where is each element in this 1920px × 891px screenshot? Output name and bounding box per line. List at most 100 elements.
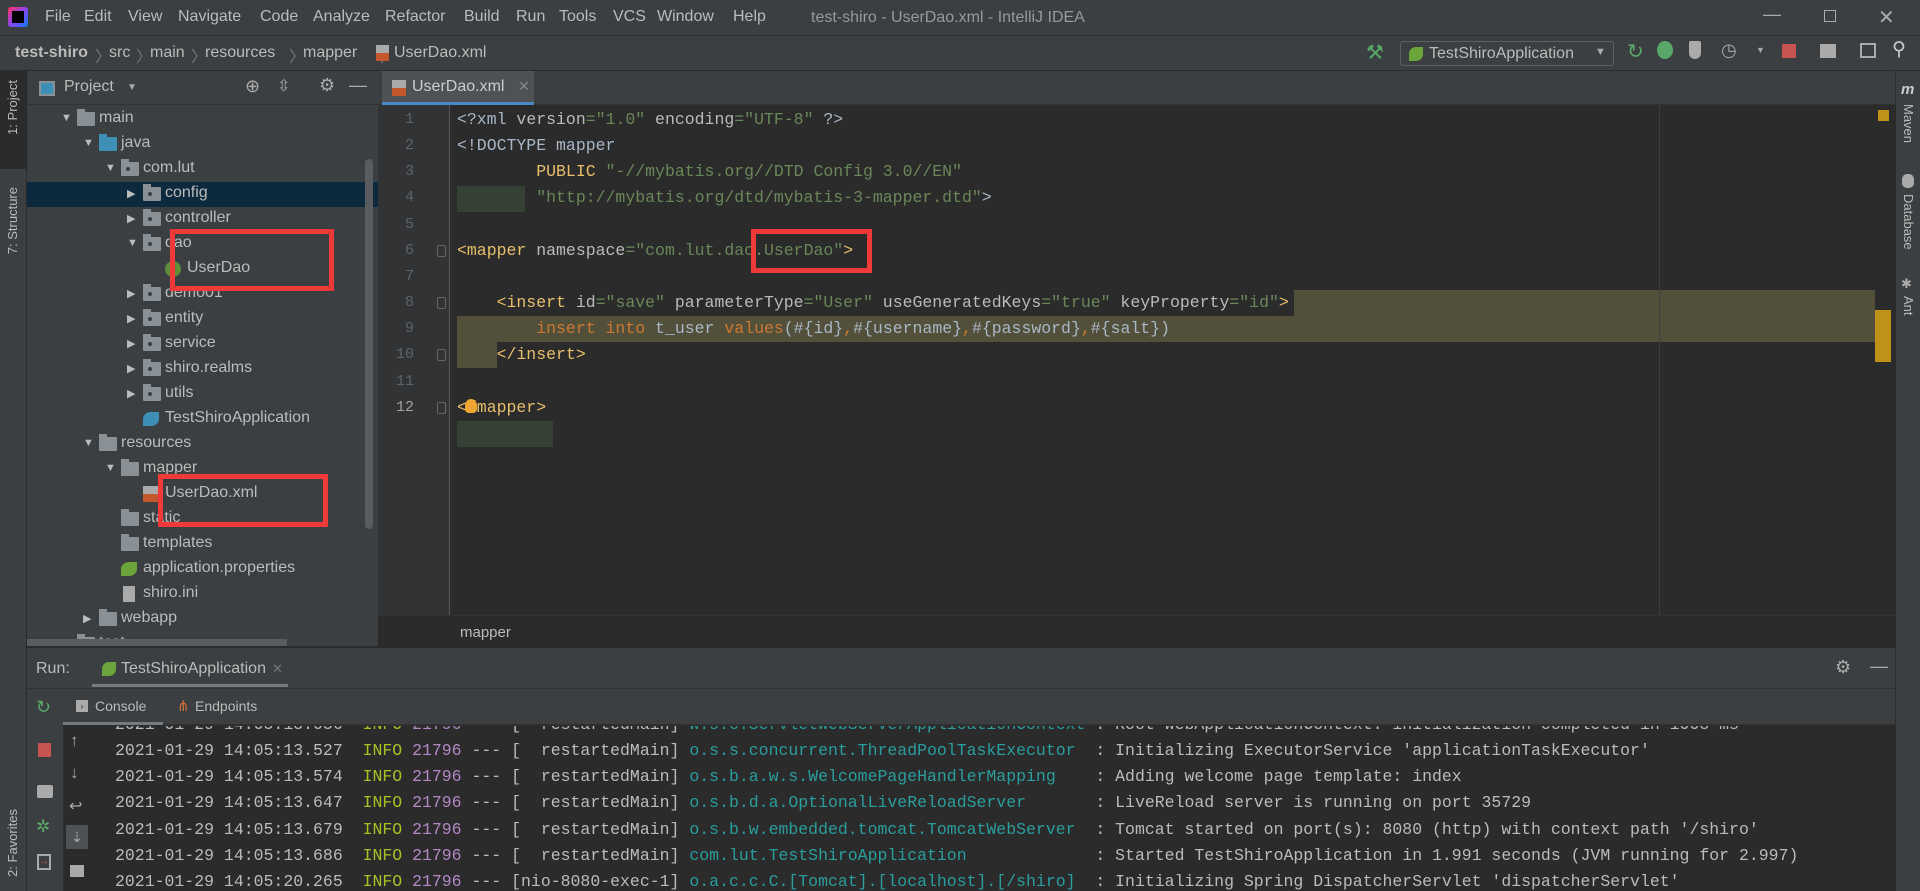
tree-item-shiro-realms[interactable]: ▶ shiro.realms <box>27 357 378 382</box>
scroll-to-end-icon[interactable]: ⇣ <box>66 825 88 849</box>
fold-marker-icon[interactable] <box>437 244 446 257</box>
chevron-down-icon[interactable]: ▼ <box>127 237 138 249</box>
minimize-button[interactable]: — <box>1763 4 1781 25</box>
menu-navigate[interactable]: Navigate <box>178 8 241 26</box>
code-line[interactable]: insert into t_user values(#{id},#{userna… <box>457 316 1170 342</box>
rerun-icon[interactable]: ↻ <box>1627 39 1644 64</box>
tree-item-testshiroapplication[interactable]: TestShiroApplication <box>27 407 378 432</box>
fold-marker-icon[interactable] <box>437 349 446 362</box>
maven-tool-label[interactable]: Maven <box>1901 104 1916 143</box>
stop-icon[interactable] <box>1782 44 1796 58</box>
tree-item-java[interactable]: ▼ java <box>27 132 378 157</box>
project-structure-icon[interactable] <box>1820 44 1836 58</box>
hide-panel-icon[interactable]: — <box>1870 656 1888 677</box>
breadcrumb-mapper[interactable]: mapper <box>303 44 357 62</box>
editor-breadcrumb-mapper[interactable]: mapper <box>460 624 511 641</box>
menu-build[interactable]: Build <box>464 8 500 26</box>
scroll-up-icon[interactable]: ↑ <box>70 731 79 751</box>
chevron-down-icon[interactable]: ▼ <box>61 112 72 124</box>
tab-userdao-xml[interactable]: UserDao.xml ✕ <box>382 71 534 105</box>
menu-view[interactable]: View <box>128 8 162 26</box>
close-window-button[interactable]: ✕ <box>1878 5 1895 30</box>
run-tab[interactable]: TestShiroApplication ✕ <box>92 654 288 687</box>
chevron-down-icon[interactable]: ▼ <box>105 162 116 174</box>
tab-endpoints[interactable]: Endpoints <box>195 698 257 714</box>
run-config-selector[interactable]: TestShiroApplication ▼ <box>1400 41 1614 66</box>
horizontal-scrollbar[interactable] <box>27 639 287 646</box>
code-line[interactable]: <?xml version="1.0" encoding="UTF-8" ?> <box>457 107 843 133</box>
chevron-down-icon[interactable]: ▼ <box>83 437 94 449</box>
build-hammer-icon[interactable]: ⚒ <box>1366 40 1384 65</box>
code-line[interactable]: "http://mybatis.org/dtd/mybatis-3-mapper… <box>457 185 991 211</box>
chevron-down-icon[interactable]: ▼ <box>83 137 94 149</box>
fold-marker-icon[interactable] <box>437 401 446 414</box>
tree-item-templates[interactable]: templates <box>27 532 378 557</box>
close-tab-icon[interactable]: ✕ <box>518 78 530 95</box>
menu-vcs[interactable]: VCS <box>613 8 646 26</box>
profiler-icon[interactable]: ◷ <box>1721 40 1737 61</box>
tree-item-config[interactable]: ▶ config <box>27 182 378 207</box>
menu-file[interactable]: File <box>45 8 71 26</box>
gear-icon[interactable]: ⚙ <box>1835 657 1851 678</box>
ant-tool-label[interactable]: Ant <box>1901 296 1916 316</box>
restore-layout-icon[interactable]: ✲ <box>36 817 50 837</box>
code-line[interactable]: PUBLIC "-//mybatis.org//DTD Config 3.0//… <box>457 159 962 185</box>
breadcrumb-main[interactable]: main <box>150 44 185 62</box>
tree-item-service[interactable]: ▶ service <box>27 332 378 357</box>
debug-bug-icon[interactable] <box>1657 41 1673 59</box>
print-icon[interactable] <box>70 865 84 877</box>
view-dropdown-icon[interactable]: ▼ <box>127 82 137 93</box>
menu-refactor[interactable]: Refactor <box>385 8 445 26</box>
favorites-tool-label[interactable]: 2: Favorites <box>5 809 20 877</box>
menu-help[interactable]: Help <box>733 8 766 26</box>
fold-marker-icon[interactable] <box>437 297 446 310</box>
console-output[interactable]: 2021-01-29 14:05:13.056 INFO 21796 --- [… <box>93 726 1895 891</box>
tree-item-com-lut[interactable]: ▼ com.lut <box>27 157 378 182</box>
stop-icon[interactable] <box>38 743 51 757</box>
structure-tool-label[interactable]: 7: Structure <box>5 187 20 254</box>
camera-icon[interactable] <box>37 785 53 798</box>
breadcrumb-src[interactable]: src <box>109 44 130 62</box>
coverage-icon[interactable] <box>1689 41 1701 59</box>
rerun-icon[interactable]: ↻ <box>36 697 51 718</box>
breadcrumb-userdao-xml[interactable]: UserDao.xml <box>394 44 486 62</box>
tree-item-utils[interactable]: ▶ utils <box>27 382 378 407</box>
soft-wrap-icon[interactable]: ↩ <box>69 796 82 816</box>
breadcrumb-resources[interactable]: resources <box>205 44 275 62</box>
menu-code[interactable]: Code <box>260 8 298 26</box>
tree-item-resources[interactable]: ▼ resources <box>27 432 378 457</box>
tree-item-entity[interactable]: ▶ entity <box>27 307 378 332</box>
code-line[interactable]: <!DOCTYPE mapper <box>457 133 615 159</box>
lightbulb-icon[interactable] <box>465 399 477 413</box>
chevron-right-icon[interactable]: ▶ <box>127 212 135 225</box>
warning-marker[interactable] <box>1878 110 1889 121</box>
chevron-right-icon[interactable]: ▶ <box>127 387 135 400</box>
code-line[interactable]: <insert id="save" parameterType="User" u… <box>457 290 1289 316</box>
tree-item-main[interactable]: ▼ main <box>27 107 378 132</box>
profiler-dropdown-icon[interactable]: ▼ <box>1756 45 1765 55</box>
hide-panel-icon[interactable]: — <box>349 75 367 96</box>
locate-icon[interactable]: ⊕ <box>245 76 260 97</box>
menu-run[interactable]: Run <box>516 8 545 26</box>
chevron-right-icon[interactable]: ▶ <box>127 337 135 350</box>
gear-icon[interactable]: ⚙ <box>319 75 335 96</box>
tree-item-application-properties[interactable]: application.properties <box>27 557 378 582</box>
exit-icon[interactable]: → <box>37 854 51 870</box>
chevron-right-icon[interactable]: ▶ <box>127 287 135 300</box>
highlight-marker[interactable] <box>1875 310 1891 362</box>
menu-edit[interactable]: Edit <box>84 8 112 26</box>
breadcrumb-test-shiro[interactable]: test-shiro <box>15 44 88 62</box>
menu-tools[interactable]: Tools <box>559 8 596 26</box>
close-run-tab-icon[interactable]: ✕ <box>272 661 283 677</box>
project-tool-label[interactable]: 1: Project <box>5 80 20 135</box>
menu-analyze[interactable]: Analyze <box>313 8 370 26</box>
project-panel-title[interactable]: Project <box>64 78 114 96</box>
chevron-right-icon[interactable]: ▶ <box>83 612 91 625</box>
search-icon[interactable]: ⚲ <box>1892 38 1906 61</box>
run-anything-icon[interactable] <box>1860 43 1876 58</box>
tree-item-webapp[interactable]: ▶ webapp <box>27 607 378 632</box>
tree-item-shiro-ini[interactable]: shiro.ini <box>27 582 378 607</box>
database-tool-label[interactable]: Database <box>1901 194 1916 250</box>
menu-window[interactable]: Window <box>657 8 714 26</box>
project-scrollbar[interactable] <box>365 159 373 529</box>
